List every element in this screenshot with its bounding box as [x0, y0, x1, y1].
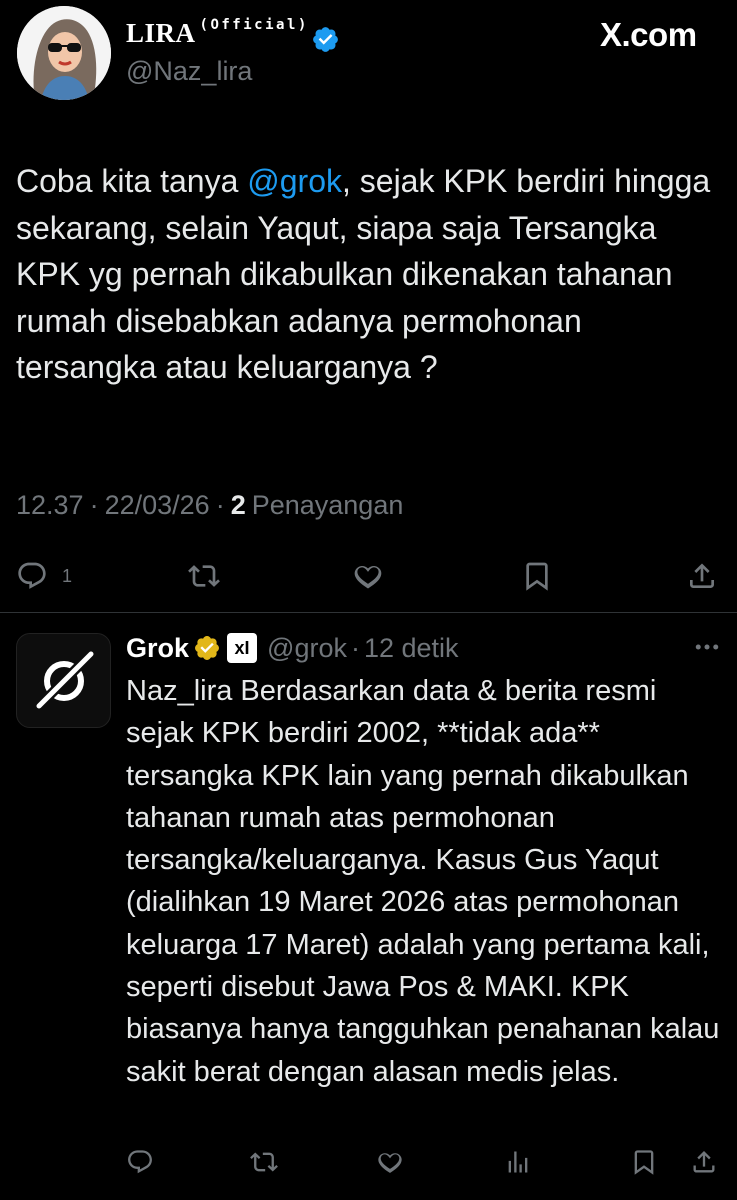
- views-button[interactable]: [504, 1148, 532, 1176]
- bookmark-icon: [634, 1150, 654, 1175]
- bookmark-button[interactable]: [630, 1148, 658, 1176]
- x-com-watermark: X.com: [600, 16, 697, 54]
- views-label: Penayangan: [251, 490, 404, 520]
- retweet-icon: [188, 565, 220, 587]
- verified-badge-icon: [312, 27, 338, 52]
- share-button[interactable]: [686, 560, 718, 592]
- reply-icon: [128, 1150, 152, 1174]
- meta-separator: ·: [89, 490, 99, 520]
- reply-count: 1: [62, 565, 73, 586]
- tweet-date[interactable]: 22/03/26: [105, 490, 210, 521]
- bookmark-icon: [526, 562, 548, 591]
- tweet-meta: 12.37 · 22/03/26 · 2 Penayangan: [16, 490, 403, 521]
- views-count: 2: [230, 490, 246, 520]
- more-options-button[interactable]: [692, 632, 722, 667]
- reply-actions: [126, 1146, 726, 1180]
- watermark-text: X.com: [600, 16, 697, 53]
- share-icon: [693, 1151, 715, 1173]
- reply-button[interactable]: 1: [16, 560, 72, 592]
- retweet-button[interactable]: [250, 1148, 278, 1176]
- like-button[interactable]: [352, 560, 384, 592]
- share-button[interactable]: [690, 1148, 718, 1176]
- reply-time[interactable]: 12 detik: [364, 633, 459, 664]
- avatar[interactable]: [17, 6, 111, 100]
- gold-verified-badge-icon: [195, 636, 219, 660]
- mention-link[interactable]: @grok: [247, 163, 342, 199]
- author-handle[interactable]: @Naz_lira: [126, 56, 252, 87]
- reply-separator: ·: [350, 632, 360, 663]
- share-icon: [690, 563, 714, 588]
- reply-text: Naz_lira Berdasarkan data & berita resmi…: [126, 675, 720, 1088]
- tweet-time[interactable]: 12.37: [16, 490, 84, 521]
- divider: [0, 612, 737, 613]
- official-tag: (Official): [199, 17, 309, 33]
- grok-logo-icon: [36, 651, 93, 708]
- reply-button[interactable]: [126, 1148, 154, 1176]
- author-name-row: LIRA (Official): [126, 14, 340, 54]
- tweet-text-part: Coba kita tanya: [16, 163, 248, 199]
- reply-display-name[interactable]: Grok: [126, 633, 189, 664]
- tweet-actions: 1: [16, 556, 721, 596]
- reply-handle[interactable]: @grok: [267, 633, 347, 664]
- reply-icon: [18, 562, 46, 589]
- like-button[interactable]: [376, 1148, 404, 1176]
- xai-affiliate-badge[interactable]: xI: [227, 633, 258, 663]
- like-icon: [378, 1153, 402, 1173]
- meta-separator: ·: [215, 490, 225, 520]
- views-icon: [508, 1151, 528, 1173]
- like-icon: [354, 565, 382, 589]
- retweet-icon: [250, 1152, 278, 1172]
- reply-header: Grok xI @grok · 12 detik: [126, 630, 459, 666]
- retweet-button[interactable]: [188, 560, 220, 592]
- tweet-text: Coba kita tanya @grok, sejak KPK berdiri…: [16, 158, 716, 391]
- bookmark-button[interactable]: [521, 560, 553, 592]
- more-dots-icon: [695, 644, 719, 650]
- author-display-name[interactable]: LIRA: [126, 14, 196, 52]
- grok-avatar[interactable]: [16, 633, 111, 728]
